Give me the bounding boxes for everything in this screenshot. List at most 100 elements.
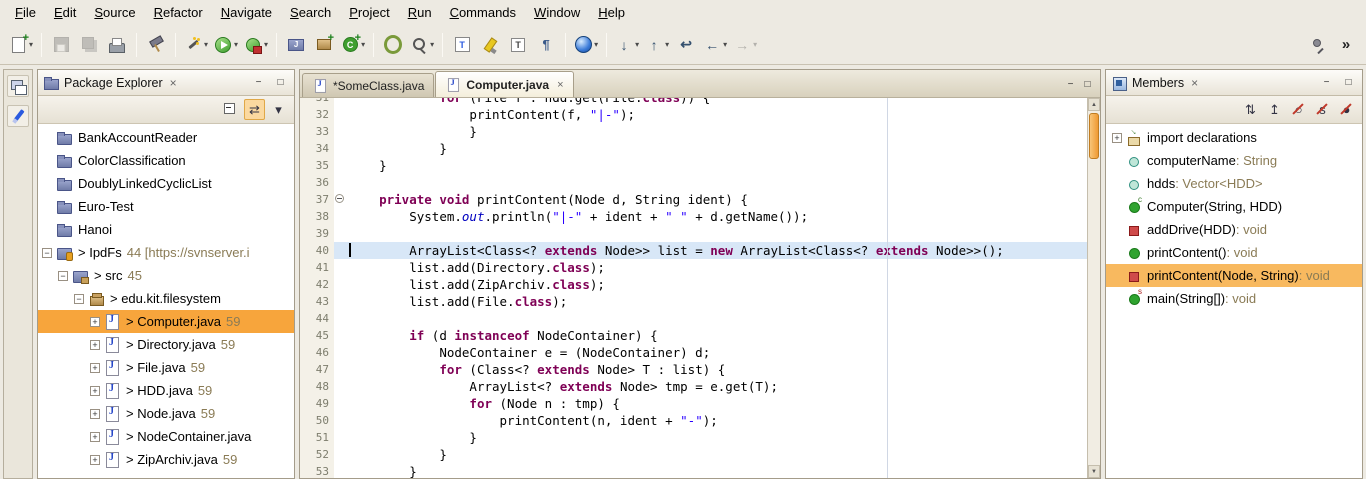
tree-item-nodecontainer-java[interactable]: +> NodeContainer.java	[38, 425, 294, 448]
line-number[interactable]: 38	[300, 208, 334, 225]
view-menu-button[interactable]: ▾	[268, 99, 289, 120]
code-line-text[interactable]: for (File f : hdd.get(File.class)) {	[347, 98, 1087, 106]
line-number[interactable]: 33	[300, 123, 334, 140]
code-line-text[interactable]: ArrayList<Class<? extends Node>> list = …	[347, 242, 1087, 259]
save-button[interactable]	[48, 31, 74, 59]
fold-margin[interactable]	[334, 429, 347, 446]
dropdown-arrow-icon[interactable]: ▾	[234, 40, 238, 49]
close-icon[interactable]: ×	[168, 76, 179, 90]
member-item-computer-string-hdd[interactable]: Computer(String, HDD)	[1106, 195, 1362, 218]
code-editor[interactable]: 31 for (File f : hdd.get(File.class)) { 3…	[300, 98, 1100, 478]
menu-file[interactable]: File	[6, 2, 45, 23]
menu-window[interactable]: Window	[525, 2, 589, 23]
expander-icon[interactable]: +	[90, 455, 100, 465]
hide-fields-button[interactable]: ○	[1288, 99, 1309, 120]
line-number[interactable]: 46	[300, 344, 334, 361]
code-line-text[interactable]: list.add(Directory.class);	[347, 259, 1087, 276]
tree-item-doublylinkedcycliclist[interactable]: DoublyLinkedCyclicList	[38, 172, 294, 195]
editor-tab-someclass-java[interactable]: *SomeClass.java	[302, 73, 434, 97]
line-number[interactable]: 42	[300, 276, 334, 293]
link-with-editor-button[interactable]: ⇄	[244, 99, 265, 120]
minimized-editor-view-button[interactable]	[7, 105, 29, 127]
line-number[interactable]: 32	[300, 106, 334, 123]
member-item-import-declarations[interactable]: +import declarations	[1106, 126, 1362, 149]
member-item-adddrive-hdd[interactable]: addDrive(HDD) : void	[1106, 218, 1362, 241]
scroll-down-arrow-icon[interactable]: ▼	[1088, 465, 1100, 478]
new-wizard-button[interactable]: ▾	[7, 31, 35, 59]
line-number[interactable]: 31	[300, 98, 334, 106]
dropdown-arrow-icon[interactable]: ▾	[665, 40, 669, 49]
run-button[interactable]: ▾	[212, 31, 240, 59]
minimize-button[interactable]: −	[1062, 77, 1079, 92]
code-line-text[interactable]: printContent(n, ident + "-");	[347, 412, 1087, 429]
fold-margin[interactable]	[334, 98, 347, 106]
fold-margin[interactable]	[334, 463, 347, 478]
menu-edit[interactable]: Edit	[45, 2, 85, 23]
member-item-computername[interactable]: computerName : String	[1106, 149, 1362, 172]
tree-item-computer-java[interactable]: +> Computer.java59	[38, 310, 294, 333]
member-item-hdds[interactable]: hdds : Vector<HDD>	[1106, 172, 1362, 195]
line-number[interactable]: 36	[300, 174, 334, 191]
code-line-text[interactable]: list.add(File.class);	[347, 293, 1087, 310]
collapse-all-button[interactable]	[220, 99, 241, 120]
code-line-text[interactable]: private void printContent(Node d, String…	[347, 191, 1087, 208]
menu-search[interactable]: Search	[281, 2, 340, 23]
fold-collapse-icon[interactable]	[335, 194, 344, 203]
fold-margin[interactable]	[334, 446, 347, 463]
dropdown-arrow-icon[interactable]: ▾	[723, 40, 727, 49]
dropdown-arrow-icon[interactable]: ▾	[361, 40, 365, 49]
fold-margin[interactable]	[334, 174, 347, 191]
tree-item-ziparchiv-java[interactable]: +> ZipArchiv.java59	[38, 448, 294, 471]
menu-navigate[interactable]: Navigate	[212, 2, 281, 23]
new-package-button[interactable]	[311, 31, 337, 59]
menu-help[interactable]: Help	[589, 2, 634, 23]
new-class-button[interactable]: ▾	[339, 31, 367, 59]
code-line-text[interactable]: if (d instanceof NodeContainer) {	[347, 327, 1087, 344]
fold-margin[interactable]	[334, 412, 347, 429]
fold-margin[interactable]	[334, 123, 347, 140]
sort-button[interactable]: ⇅	[1240, 99, 1261, 120]
menu-source[interactable]: Source	[85, 2, 144, 23]
maximize-button[interactable]: □	[1079, 77, 1096, 92]
code-line-text[interactable]: for (Node n : tmp) {	[347, 395, 1087, 412]
fold-margin[interactable]	[334, 208, 347, 225]
line-number[interactable]: 47	[300, 361, 334, 378]
web-browser-button[interactable]: ▾	[572, 31, 600, 59]
show-selected-element-button[interactable]: T	[505, 31, 531, 59]
line-number[interactable]: 52	[300, 446, 334, 463]
toolbar-overflow-button[interactable]: »	[1333, 31, 1359, 59]
line-number[interactable]: 51	[300, 429, 334, 446]
tree-item-hanoi[interactable]: Hanoi	[38, 218, 294, 241]
code-line-text[interactable]: }	[347, 429, 1087, 446]
hide-static-button[interactable]: s	[1312, 99, 1333, 120]
expander-icon[interactable]: −	[74, 294, 84, 304]
coverage-button[interactable]	[380, 31, 406, 59]
fold-margin[interactable]	[334, 157, 347, 174]
code-line-text[interactable]	[347, 174, 1087, 191]
dropdown-arrow-icon[interactable]: ▾	[430, 40, 434, 49]
line-number[interactable]: 40	[300, 242, 334, 259]
code-line-text[interactable]: NodeContainer e = (NodeContainer) d;	[347, 344, 1087, 361]
code-line-text[interactable]	[347, 310, 1087, 327]
fold-margin[interactable]	[334, 140, 347, 157]
restore-view-button[interactable]	[7, 75, 29, 97]
member-item-printcontent-node-string[interactable]: printContent(Node, String) : void	[1106, 264, 1362, 287]
fold-margin[interactable]	[334, 259, 347, 276]
close-icon[interactable]: ×	[557, 79, 563, 91]
line-number[interactable]: 53	[300, 463, 334, 478]
fold-margin[interactable]	[334, 344, 347, 361]
mark-occurrences-button[interactable]	[477, 31, 503, 59]
tree-item-bankaccountreader[interactable]: BankAccountReader	[38, 126, 294, 149]
debug-button[interactable]: ▾	[182, 31, 210, 59]
fold-margin[interactable]	[334, 378, 347, 395]
menu-refactor[interactable]: Refactor	[145, 2, 212, 23]
external-tools-button[interactable]: ▾	[242, 31, 270, 59]
editor-scrollbar[interactable]: ▲ ▼	[1087, 98, 1100, 478]
close-icon[interactable]: ×	[1189, 76, 1200, 90]
expander-icon[interactable]: +	[90, 386, 100, 396]
menu-commands[interactable]: Commands	[441, 2, 525, 23]
line-number[interactable]: 48	[300, 378, 334, 395]
expander-icon[interactable]: +	[90, 317, 100, 327]
menu-run[interactable]: Run	[399, 2, 441, 23]
fold-margin[interactable]	[334, 361, 347, 378]
